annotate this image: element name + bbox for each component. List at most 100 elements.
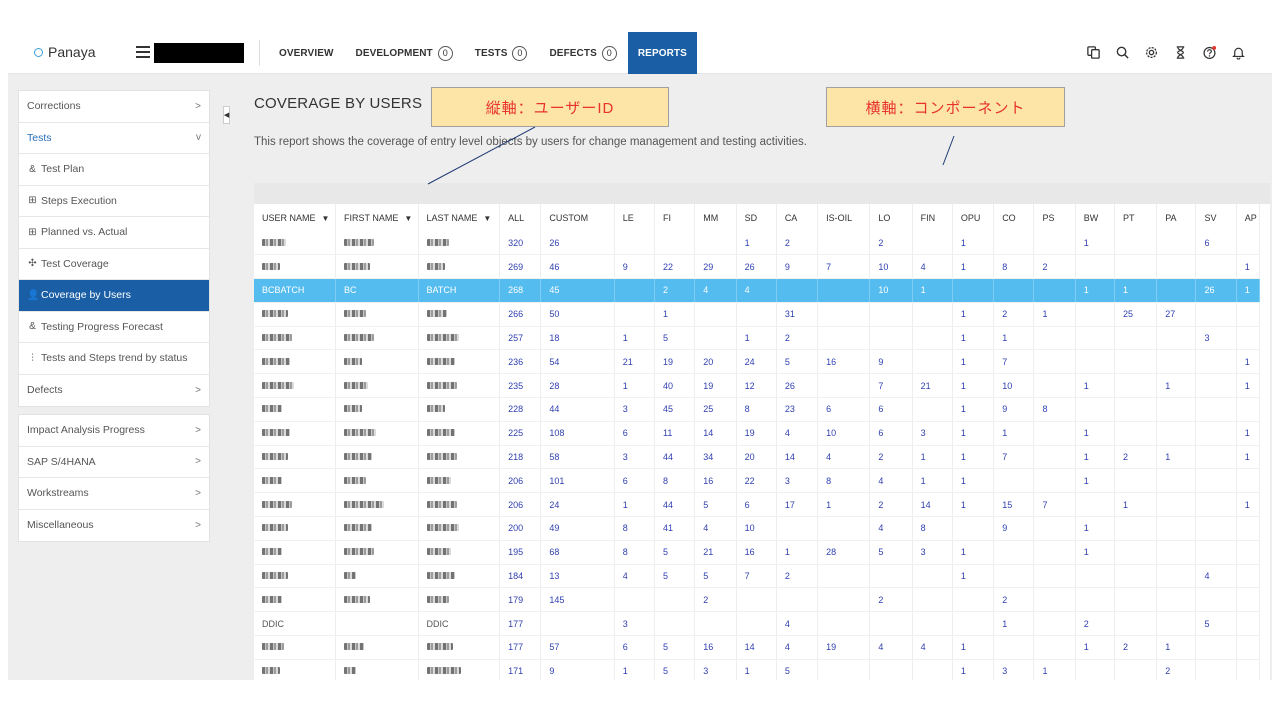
coverage-value-cell[interactable]: 25 bbox=[694, 397, 737, 422]
coverage-value-cell[interactable]: 41 bbox=[654, 516, 696, 541]
coverage-value-cell[interactable]: 1 bbox=[1156, 373, 1197, 399]
coverage-value-cell[interactable]: 266 bbox=[499, 302, 542, 327]
coverage-value-cell[interactable]: 5 bbox=[654, 326, 696, 351]
coverage-value-cell[interactable]: 1 bbox=[912, 468, 953, 494]
nav-tab-reports[interactable]: REPORTS bbox=[627, 32, 697, 74]
coverage-value-cell[interactable]: 10 bbox=[736, 516, 777, 541]
coverage-value-cell[interactable]: 7 bbox=[736, 564, 777, 589]
coverage-value-cell[interactable]: 2 bbox=[1114, 445, 1158, 470]
coverage-value-cell[interactable]: 1 bbox=[1075, 231, 1115, 256]
coverage-value-cell[interactable]: 9 bbox=[993, 397, 1035, 422]
column-header-co[interactable]: CO bbox=[993, 204, 1035, 231]
coverage-value-cell[interactable]: 26 bbox=[540, 231, 615, 256]
table-row[interactable]: 228 44 3 45 25 8 23 6 6 1 9 8 bbox=[254, 397, 1261, 422]
coverage-value-cell[interactable]: 3 bbox=[694, 659, 737, 680]
coverage-value-cell[interactable]: 3 bbox=[614, 445, 656, 470]
coverage-value-cell[interactable]: 2 bbox=[654, 278, 696, 303]
column-header-sd[interactable]: SD bbox=[736, 204, 777, 231]
column-header-all[interactable]: ALL bbox=[499, 204, 542, 231]
coverage-value-cell[interactable]: 17 bbox=[776, 492, 819, 518]
filter-icon[interactable]: ▼ bbox=[404, 214, 412, 223]
coverage-value-cell[interactable]: 19 bbox=[817, 635, 871, 660]
coverage-value-cell[interactable]: 4 bbox=[694, 278, 737, 303]
coverage-value-cell[interactable]: 1 bbox=[1075, 540, 1115, 565]
coverage-value-cell[interactable]: 2 bbox=[869, 492, 913, 518]
coverage-value-cell[interactable]: 1 bbox=[654, 302, 696, 327]
sidebar-item-impact-analysis-progress[interactable]: Impact Analysis Progress > bbox=[19, 415, 209, 447]
column-header-sv[interactable]: SV bbox=[1195, 204, 1237, 231]
coverage-value-cell[interactable]: 1 bbox=[736, 326, 777, 351]
coverage-value-cell[interactable]: 7 bbox=[1033, 492, 1076, 518]
coverage-value-cell[interactable]: 3 bbox=[993, 659, 1035, 680]
coverage-value-cell[interactable]: 1 bbox=[912, 445, 953, 470]
coverage-value-cell[interactable]: 1 bbox=[614, 492, 656, 518]
column-header-pa[interactable]: PA bbox=[1156, 204, 1197, 231]
coverage-value-cell[interactable]: 19 bbox=[654, 349, 696, 375]
coverage-value-cell[interactable]: 6 bbox=[614, 468, 656, 494]
coverage-value-cell[interactable]: 7 bbox=[993, 445, 1035, 470]
coverage-value-cell[interactable]: 145 bbox=[540, 587, 615, 613]
coverage-value-cell[interactable]: 21 bbox=[912, 373, 953, 399]
table-row[interactable]: 266 50 1 31 1 2 1 25 27 bbox=[254, 302, 1261, 327]
table-row-selected[interactable]: BCBATCH BC BATCH 268 45 2 4 4 10 1 1 1 26 1 bbox=[254, 278, 1261, 303]
coverage-value-cell[interactable]: 9 bbox=[776, 254, 819, 280]
coverage-value-cell[interactable]: 8 bbox=[912, 516, 953, 541]
coverage-value-cell[interactable]: 4 bbox=[776, 611, 819, 637]
coverage-value-cell[interactable]: 1 bbox=[952, 254, 995, 280]
coverage-value-cell[interactable]: 7 bbox=[869, 373, 913, 399]
coverage-value-cell[interactable]: 18 bbox=[540, 326, 615, 351]
coverage-value-cell[interactable]: 8 bbox=[614, 540, 656, 565]
coverage-value-cell[interactable]: 1 bbox=[993, 326, 1035, 351]
coverage-value-cell[interactable]: 3 bbox=[614, 611, 656, 637]
coverage-value-cell[interactable]: 257 bbox=[499, 326, 542, 351]
table-row[interactable]: 257 18 1 5 1 2 1 1 3 bbox=[254, 326, 1261, 351]
coverage-value-cell[interactable]: 10 bbox=[817, 421, 871, 446]
coverage-value-cell[interactable]: 4 bbox=[694, 516, 737, 541]
gear-icon[interactable] bbox=[1144, 44, 1159, 60]
coverage-value-cell[interactable]: 4 bbox=[912, 254, 953, 280]
coverage-value-cell[interactable]: 1 bbox=[952, 659, 995, 680]
sidebar-item-testing-progress-forecast[interactable]: & Testing Progress Forecast bbox=[19, 312, 209, 343]
coverage-value-cell[interactable]: 6 bbox=[1195, 231, 1237, 256]
coverage-value-cell[interactable]: 22 bbox=[736, 468, 777, 494]
coverage-value-cell[interactable]: 1 bbox=[952, 421, 995, 446]
coverage-value-cell[interactable]: 4 bbox=[776, 421, 819, 446]
sidebar-item-sap-s-4hana[interactable]: SAP S/4HANA > bbox=[19, 447, 209, 478]
table-row[interactable]: 235 28 1 40 19 12 26 7 21 1 10 1 1 1 bbox=[254, 373, 1261, 399]
coverage-value-cell[interactable]: 6 bbox=[614, 421, 656, 446]
coverage-value-cell[interactable]: 4 bbox=[869, 635, 913, 660]
coverage-value-cell[interactable]: 14 bbox=[694, 421, 737, 446]
coverage-value-cell[interactable]: 28 bbox=[540, 373, 615, 399]
coverage-value-cell[interactable]: 10 bbox=[993, 373, 1035, 399]
coverage-value-cell[interactable]: 5 bbox=[654, 659, 696, 680]
column-header-user-name[interactable]: USER NAME ▼ bbox=[254, 204, 337, 231]
coverage-value-cell[interactable]: 20 bbox=[736, 445, 777, 470]
coverage-value-cell[interactable]: 3 bbox=[614, 397, 656, 422]
coverage-value-cell[interactable]: 206 bbox=[499, 468, 542, 494]
column-header-lo[interactable]: LO bbox=[869, 204, 913, 231]
coverage-value-cell[interactable]: 1 bbox=[1033, 659, 1076, 680]
coverage-value-cell[interactable]: 320 bbox=[499, 231, 542, 256]
coverage-value-cell[interactable]: 5 bbox=[654, 540, 696, 565]
coverage-value-cell[interactable]: 2 bbox=[869, 445, 913, 470]
coverage-value-cell[interactable]: 9 bbox=[540, 659, 615, 680]
sidebar-item-tests-and-steps-trend-by-status[interactable]: ⫶ Tests and Steps trend by status bbox=[19, 343, 209, 375]
coverage-value-cell[interactable]: 8 bbox=[654, 468, 696, 494]
coverage-value-cell[interactable]: 68 bbox=[540, 540, 615, 565]
coverage-value-cell[interactable]: 179 bbox=[499, 587, 542, 613]
coverage-value-cell[interactable]: 5 bbox=[654, 564, 696, 589]
coverage-value-cell[interactable]: 1 bbox=[1075, 421, 1115, 446]
table-row[interactable]: 206 24 1 44 5 6 17 1 2 14 1 15 7 1 1 bbox=[254, 492, 1261, 518]
coverage-value-cell[interactable]: 2 bbox=[1033, 254, 1076, 280]
coverage-value-cell[interactable]: 1 bbox=[952, 445, 995, 470]
coverage-value-cell[interactable]: 4 bbox=[869, 516, 913, 541]
filter-icon[interactable]: ▼ bbox=[483, 214, 491, 223]
coverage-value-cell[interactable]: 1 bbox=[952, 635, 995, 660]
coverage-value-cell[interactable]: 2 bbox=[1075, 611, 1115, 637]
nav-tab-defects[interactable]: DEFECTS 0 bbox=[538, 32, 627, 74]
column-header-last-name[interactable]: LAST NAME ▼ bbox=[418, 204, 501, 231]
column-header-ap[interactable]: AP bbox=[1236, 204, 1261, 231]
coverage-value-cell[interactable]: 28 bbox=[817, 540, 871, 565]
coverage-value-cell[interactable]: 8 bbox=[736, 397, 777, 422]
coverage-value-cell[interactable]: 1 bbox=[1236, 254, 1261, 280]
